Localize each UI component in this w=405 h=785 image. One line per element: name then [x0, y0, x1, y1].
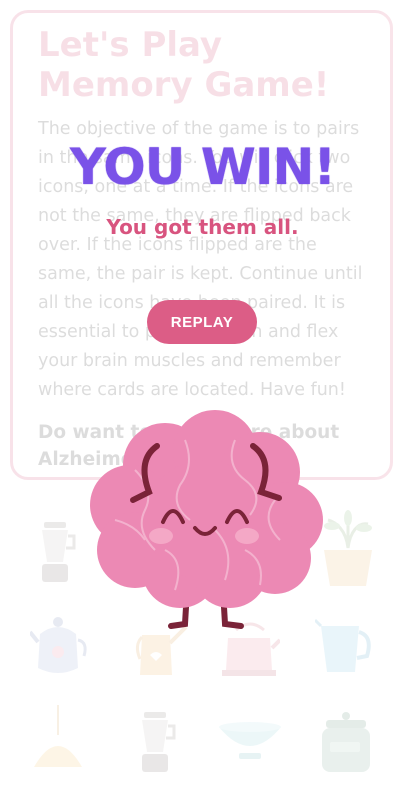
win-title: YOU WIN!: [69, 138, 336, 196]
replay-button[interactable]: REPLAY: [147, 300, 257, 344]
game-title: Let's Play Memory Game!: [38, 25, 330, 105]
lamp-icon[interactable]: [30, 705, 90, 775]
bowl-icon[interactable]: [215, 715, 285, 785]
background-content: Let's Play Memory Game! The objective of…: [0, 0, 405, 778]
brain-mascot: [75, 410, 335, 640]
jar-icon[interactable]: [318, 710, 378, 780]
blender-icon[interactable]: [130, 708, 190, 778]
win-subtitle: You got them all.: [106, 215, 299, 239]
